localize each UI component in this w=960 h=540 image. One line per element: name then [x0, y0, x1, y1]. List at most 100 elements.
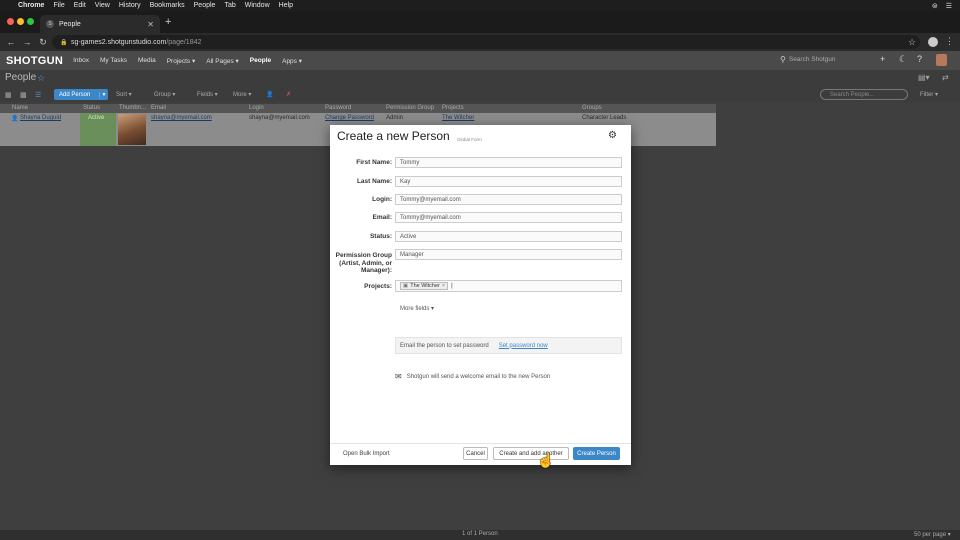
refresh-icon[interactable]: ⇄ [942, 73, 949, 82]
first-name-field[interactable]: Tommy [395, 157, 622, 168]
col-login[interactable]: Login [249, 105, 264, 111]
person-row-icon: 👤 [11, 116, 19, 122]
sort-button[interactable]: Sort ▾ [116, 91, 132, 98]
help-icon[interactable]: ? [917, 54, 922, 64]
bookmark-star-icon[interactable]: ☆ [908, 37, 916, 48]
menu-history[interactable]: History [119, 2, 141, 9]
remove-person-icon[interactable]: ✗ [286, 91, 291, 98]
filter-button[interactable]: Filter ▾ [920, 91, 938, 98]
user-avatar[interactable] [936, 54, 947, 66]
browser-menu-icon[interactable]: ⋮ [945, 36, 954, 47]
fields-button[interactable]: Fields ▾ [197, 91, 218, 98]
col-groups[interactable]: Groups [582, 105, 602, 111]
cell-permission: Admin [386, 115, 404, 121]
favorite-star-icon[interactable]: ☆ [37, 73, 45, 84]
new-tab-icon[interactable]: + [165, 16, 171, 28]
plus-icon[interactable]: + [880, 54, 885, 64]
tab-close-icon[interactable]: ✕ [147, 20, 154, 29]
create-person-button[interactable]: Create Person [573, 447, 620, 460]
search-people-input[interactable]: Search People... [820, 89, 908, 100]
bulk-import-link[interactable]: Open Bulk Import [343, 451, 390, 457]
last-name-label: Last Name: [356, 178, 392, 185]
page-toolbar: ▦ ▩ ☰ [0, 88, 960, 102]
person-thumbnail[interactable] [118, 114, 146, 145]
forward-icon[interactable]: → [19, 37, 35, 47]
menu-people[interactable]: People [194, 2, 216, 9]
profile-icon[interactable] [928, 37, 938, 47]
per-page-select[interactable]: 50 per page ▾ [914, 531, 951, 538]
back-icon[interactable]: ← [3, 37, 19, 47]
menu-view[interactable]: View [95, 2, 110, 9]
col-projects[interactable]: Projects [442, 105, 464, 111]
view-list-icon[interactable]: ▦ [5, 91, 15, 99]
url-bar[interactable]: 🔒 sg-games2.shotgunstudio.com/page/1842 [52, 35, 920, 49]
col-password[interactable]: Password [325, 105, 351, 111]
more-button[interactable]: More ▾ [233, 91, 251, 98]
search-input[interactable]: Search Shotgun [789, 56, 836, 63]
cell-name[interactable]: Shayna Duguid [20, 115, 61, 121]
search-people-placeholder: Search People... [830, 91, 875, 98]
col-permission-group[interactable]: Permission Group [386, 105, 434, 111]
os-menu-bar: Chrome File Edit View History Bookmarks … [0, 0, 960, 11]
reload-icon[interactable]: ↻ [35, 37, 51, 48]
menu-bookmarks[interactable]: Bookmarks [150, 2, 185, 9]
projects-label: Projects: [364, 283, 392, 290]
chevron-down-icon[interactable]: ▼ [99, 91, 108, 98]
last-name-field[interactable]: Kay [395, 176, 622, 187]
menu-help[interactable]: Help [279, 2, 293, 9]
hand-cursor-icon: ☝ [537, 452, 555, 468]
text-cursor: | [451, 283, 453, 289]
page-menu-icon[interactable]: ▤▾ [918, 73, 930, 82]
nav-my-tasks[interactable]: My Tasks [100, 57, 127, 64]
nav-media[interactable]: Media [138, 57, 156, 64]
shotgun-logo[interactable]: SHOTGUN [6, 55, 63, 67]
col-status[interactable]: Status [83, 105, 100, 111]
gear-icon[interactable]: ⚙ [608, 130, 617, 141]
global-search[interactable]: ⚲ Search Shotgun [780, 53, 860, 66]
url-host: sg-games2.shotgunstudio.com [71, 38, 167, 46]
nav-apps[interactable]: Apps ▾ [282, 57, 302, 65]
menu-extras-icon[interactable]: ☰ [946, 2, 952, 10]
email-field[interactable]: Tommy@myemail.com [395, 212, 622, 223]
person-icon[interactable]: 👤 [266, 91, 273, 98]
moon-icon[interactable]: ☾ [899, 54, 907, 65]
login-label: Login: [372, 196, 392, 203]
cell-email[interactable]: shayna@myemail.com [151, 115, 212, 121]
status-field[interactable]: Active [395, 231, 622, 242]
menu-app-name[interactable]: Chrome [18, 2, 44, 9]
menu-file[interactable]: File [53, 2, 64, 9]
view-grid-icon[interactable]: ▩ [20, 91, 30, 99]
browser-tab[interactable]: S People ✕ [40, 15, 160, 33]
nav-inbox[interactable]: Inbox [73, 57, 89, 64]
control-center-icon[interactable]: ⊜ [932, 2, 938, 10]
menu-window[interactable]: Window [245, 2, 270, 9]
cell-project[interactable]: The Witcher [442, 115, 474, 121]
set-password-link[interactable]: Set password now [499, 343, 548, 349]
window-zoom-button[interactable] [27, 18, 34, 25]
cancel-button[interactable]: Cancel [463, 447, 488, 460]
create-and-add-another-button[interactable]: Create and add another [493, 447, 569, 460]
menu-tab[interactable]: Tab [224, 2, 235, 9]
tag-remove-icon[interactable]: × [442, 283, 445, 289]
login-field[interactable]: Tommy@myemail.com [395, 194, 622, 205]
projects-field[interactable]: ▣ The Witcher × | [395, 280, 622, 292]
permission-field[interactable]: Manager [395, 249, 622, 260]
status-badge[interactable]: Active [80, 113, 116, 146]
email-label: Email: [372, 214, 392, 221]
lock-icon: 🔒 [60, 39, 68, 46]
col-thumbnail[interactable]: Thumbn... [119, 105, 146, 111]
add-person-button[interactable]: Add Person ▼ [54, 89, 108, 100]
view-rows-icon[interactable]: ☰ [35, 91, 45, 99]
nav-all-pages[interactable]: All Pages ▾ [206, 57, 239, 65]
password-text: Email the person to set password [400, 342, 489, 349]
nav-projects[interactable]: Projects ▾ [167, 57, 196, 65]
group-button[interactable]: Group ▾ [154, 91, 175, 98]
window-minimize-button[interactable] [17, 18, 24, 25]
col-name[interactable]: Name [12, 105, 28, 111]
nav-people[interactable]: People [250, 57, 271, 64]
cell-password[interactable]: Change Password [325, 115, 374, 121]
col-email[interactable]: Email [151, 105, 166, 111]
window-close-button[interactable] [7, 18, 14, 25]
more-fields-toggle[interactable]: More fields ▾ [400, 305, 434, 312]
menu-edit[interactable]: Edit [74, 2, 86, 9]
